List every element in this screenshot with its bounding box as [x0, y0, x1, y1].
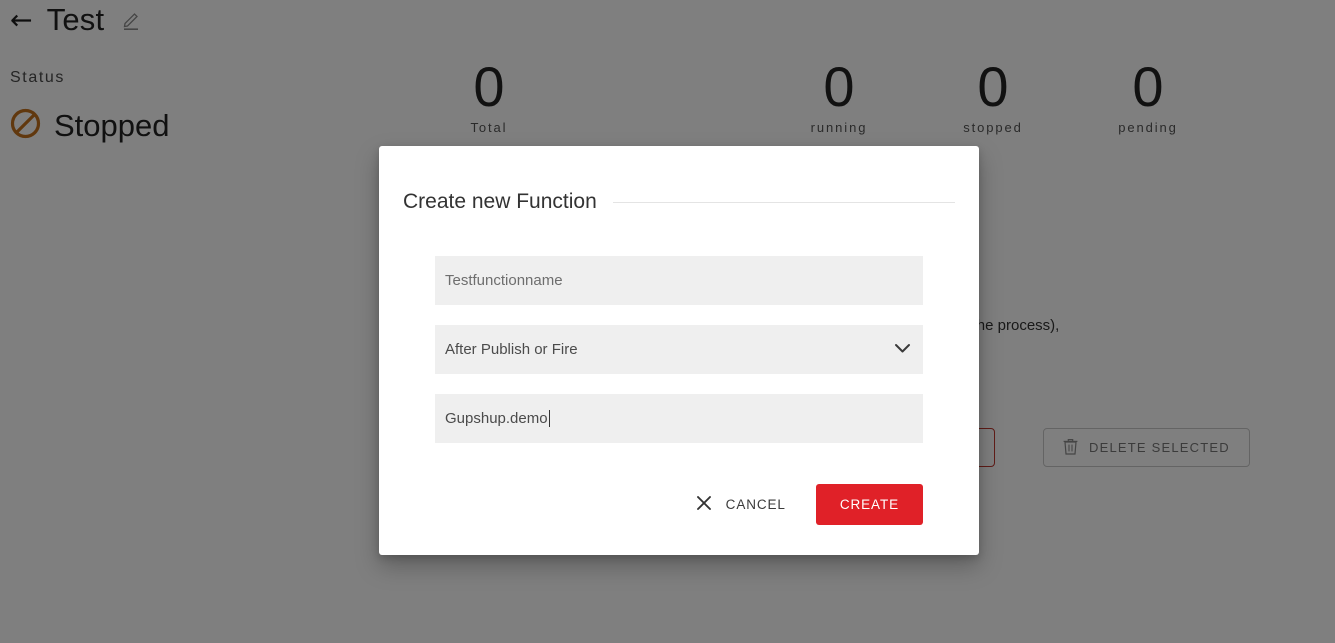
- cancel-button[interactable]: CANCEL: [684, 485, 798, 524]
- trigger-type-value: After Publish or Fire: [445, 341, 578, 358]
- close-icon: [696, 495, 712, 514]
- dialog-title-divider: [612, 201, 955, 203]
- function-name-field[interactable]: Testfunctionname: [435, 256, 923, 305]
- dialog-actions: CANCEL CREATE: [684, 484, 923, 525]
- function-namespace-value: Gupshup.demo: [445, 410, 548, 427]
- chevron-down-icon[interactable]: [894, 341, 911, 359]
- dialog-title: Create new Function: [403, 190, 597, 213]
- function-name-placeholder: Testfunctionname: [445, 272, 563, 289]
- create-function-dialog: Create new Function Testfunctionname Aft…: [379, 146, 979, 555]
- create-button[interactable]: CREATE: [815, 484, 923, 525]
- dialog-header: Create new Function: [403, 190, 955, 214]
- text-caret: [548, 410, 550, 427]
- cancel-label: CANCEL: [725, 497, 786, 512]
- dialog-fields: Testfunctionname After Publish or Fire G…: [435, 256, 923, 463]
- trigger-type-select[interactable]: After Publish or Fire: [435, 325, 923, 374]
- function-namespace-field[interactable]: Gupshup.demo: [435, 394, 923, 443]
